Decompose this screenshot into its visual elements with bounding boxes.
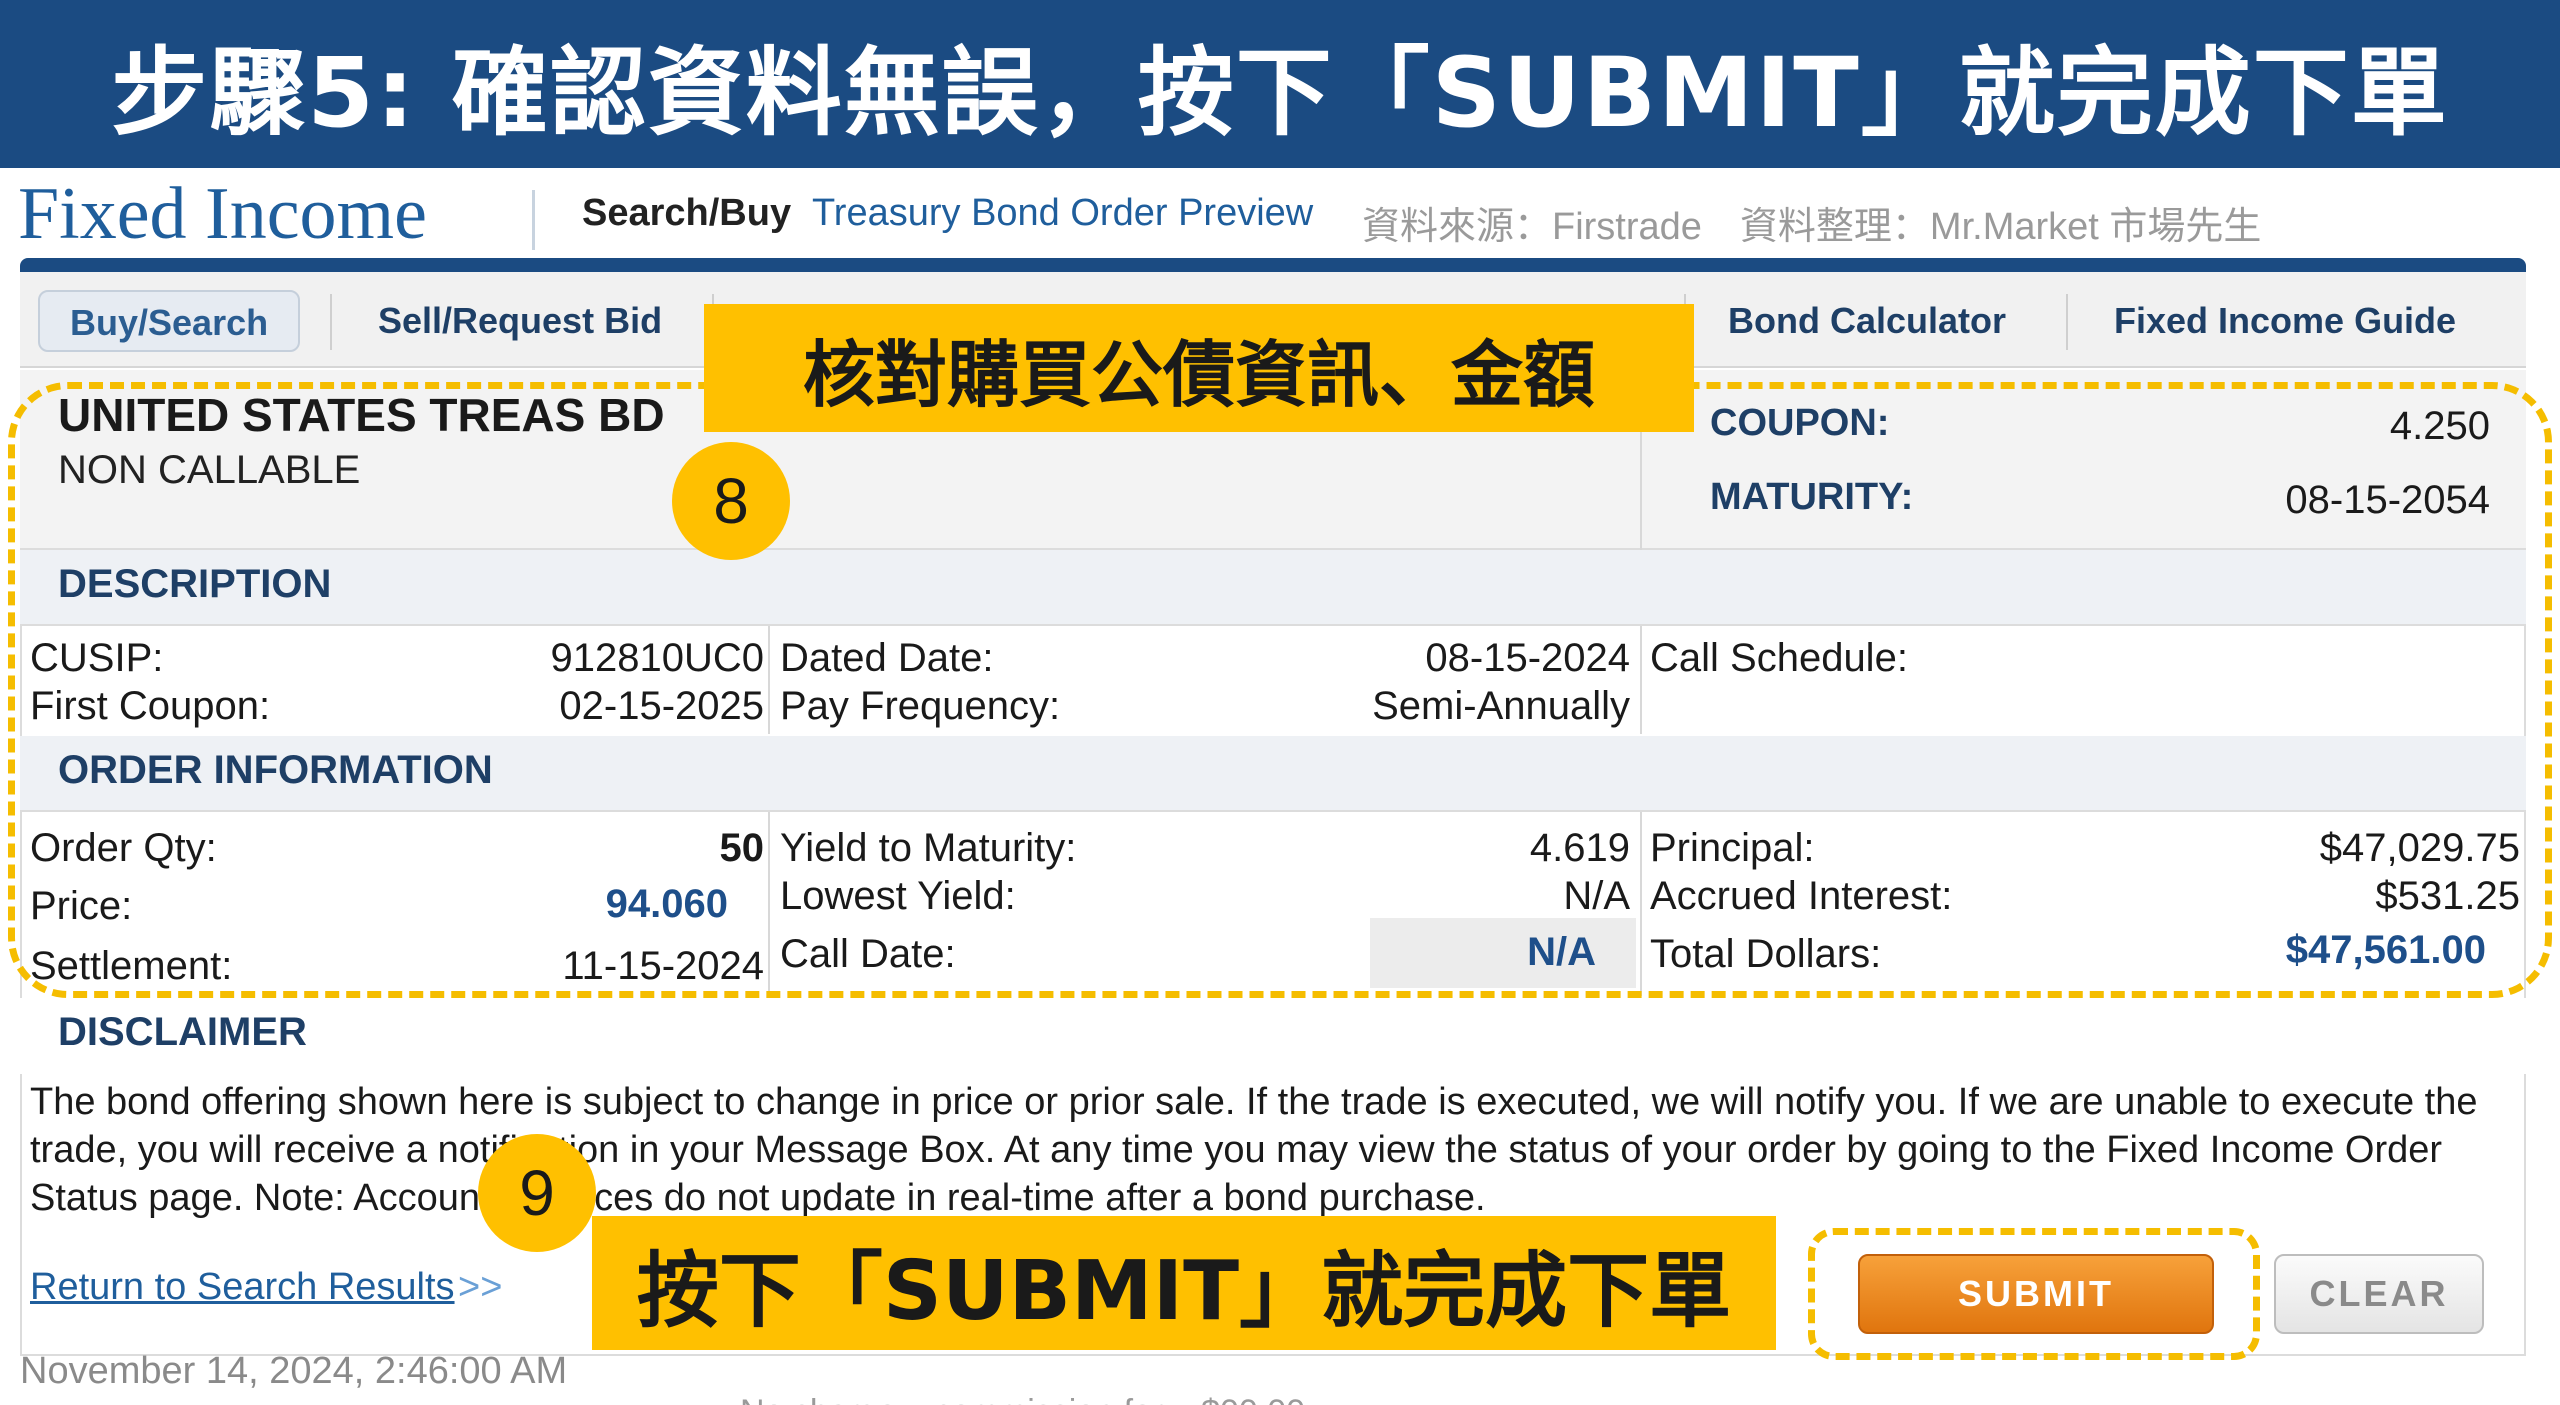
header-divider	[532, 190, 535, 250]
banner-title: 步驟5: 確認資料無誤，按下「SUBMIT」就完成下單	[111, 36, 2449, 149]
truncated-note: No charge... commission for ...$00.00	[740, 1392, 1305, 1405]
tab-buy-search[interactable]: Buy/Search	[38, 290, 301, 352]
return-to-search-link[interactable]: Return to Search Results	[30, 1266, 455, 1309]
step-9-badge: 9	[478, 1134, 596, 1252]
breadcrumb-search-buy[interactable]: Search/Buy	[582, 192, 791, 235]
timestamp: November 14, 2024, 2:46:00 AM	[20, 1350, 568, 1392]
submit-callout: 按下「SUBMIT」就完成下單	[592, 1216, 1776, 1350]
tab-sell-request-bid[interactable]: Sell/Request Bid	[348, 290, 692, 352]
clear-button[interactable]: CLEAR	[2274, 1254, 2484, 1334]
tab-divider	[330, 294, 332, 350]
disclaimer-text: The bond offering shown here is subject …	[30, 1081, 2478, 1219]
breadcrumb-current-page: Treasury Bond Order Preview	[812, 192, 1314, 234]
disclaimer-header	[20, 998, 2526, 1074]
disclaimer-title: DISCLAIMER	[58, 1010, 307, 1054]
top-nav-bar	[20, 258, 2526, 272]
step-8-badge: 8	[672, 442, 790, 560]
tab-bond-calculator[interactable]: Bond Calculator	[1698, 290, 2036, 352]
title-banner: 步驟5: 確認資料無誤，按下「SUBMIT」就完成下單	[0, 0, 2560, 168]
order-highlight-frame	[8, 382, 2552, 998]
tab-divider	[2066, 294, 2068, 350]
source-note: 資料來源：Firstrade 資料整理：Mr.Market 市場先生	[1362, 206, 2262, 248]
tab-fixed-income-guide[interactable]: Fixed Income Guide	[2084, 290, 2486, 352]
order-callout: 核對購買公債資訊、金額	[704, 304, 1694, 432]
fixed-income-logo[interactable]: Fixed Income	[18, 168, 427, 260]
return-arrows: >>	[458, 1266, 503, 1308]
submit-highlight-frame	[1808, 1228, 2260, 1360]
